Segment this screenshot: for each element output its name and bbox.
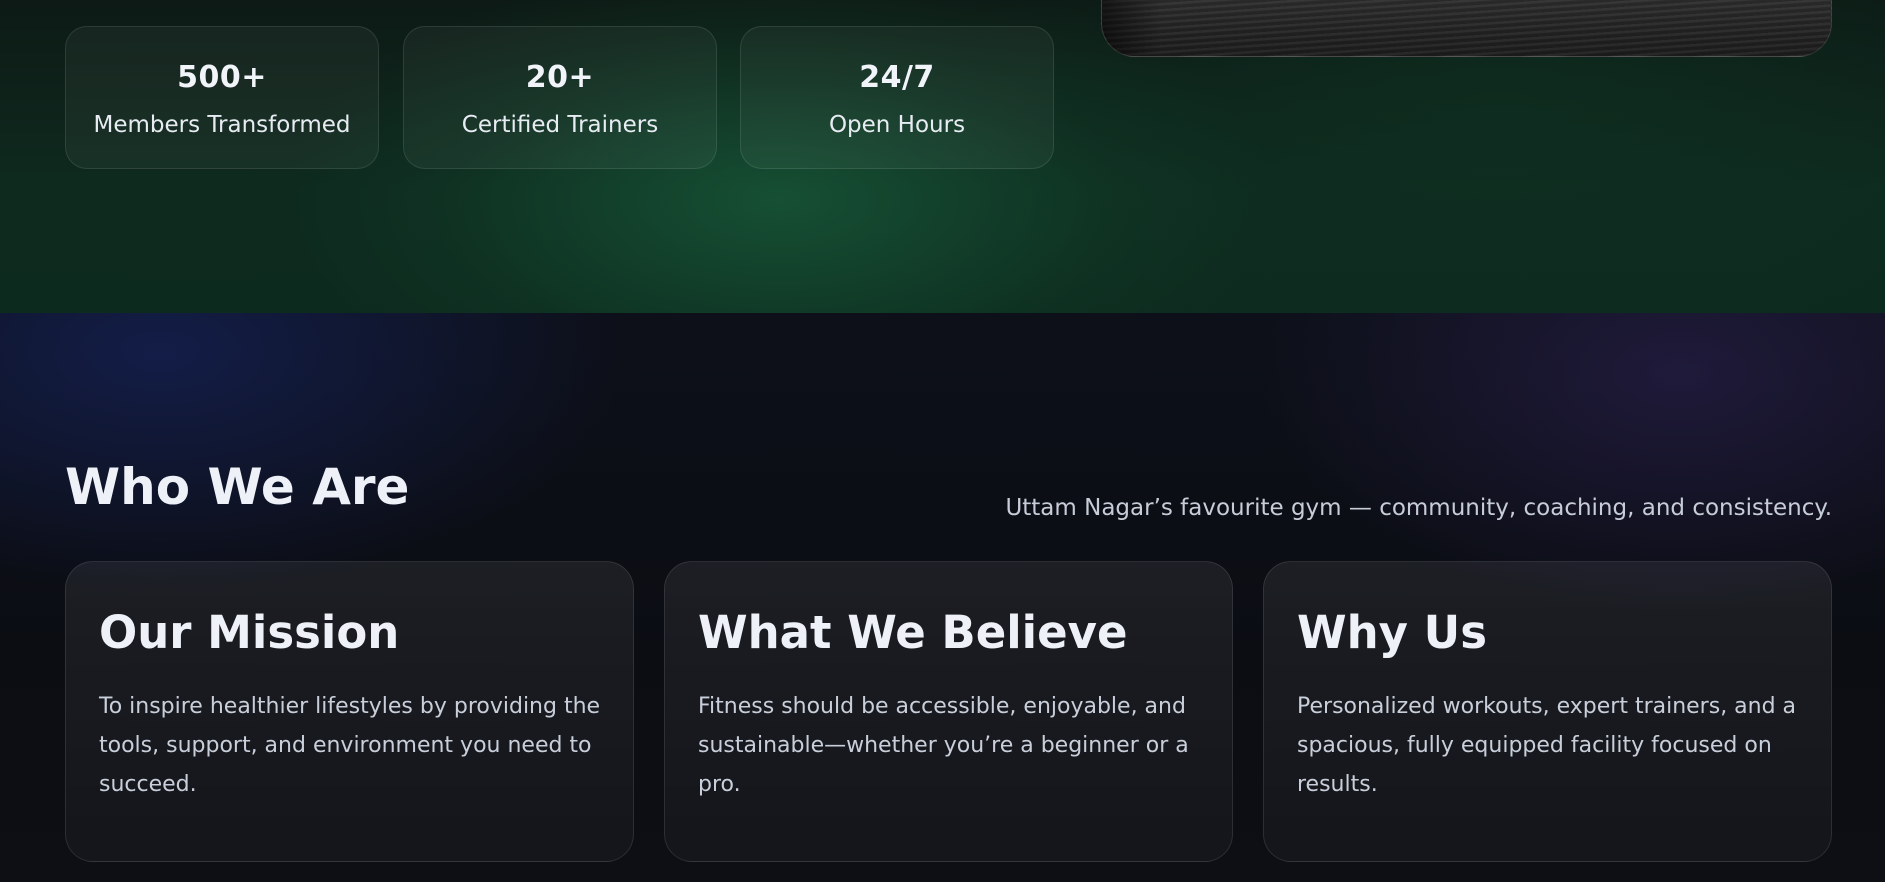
card-why-us: Why Us Personalized workouts, expert tra… — [1263, 561, 1832, 862]
stat-card-members: 500+ Members Transformed — [65, 26, 379, 169]
who-we-are-section: Who We Are Uttam Nagar’s favourite gym —… — [0, 313, 1885, 882]
stat-value: 500+ — [177, 60, 267, 95]
stat-value: 20+ — [525, 60, 595, 95]
hero-gym-image — [1101, 0, 1832, 57]
stat-card-trainers: 20+ Certified Trainers — [403, 26, 717, 169]
stat-label: Certified Trainers — [461, 112, 659, 138]
hero-image-shade — [1102, 0, 1162, 56]
stat-label: Open Hours — [828, 112, 966, 138]
card-text: Fitness should be accessible, enjoyable,… — [698, 694, 1189, 797]
card-what-we-believe: What We Believe Fitness should be access… — [664, 561, 1233, 862]
section-title: Who We Are — [65, 458, 410, 516]
card-text: Personalized workouts, expert trainers, … — [1297, 694, 1797, 797]
hero-section: 500+ Members Transformed 20+ Certified T… — [0, 0, 1885, 313]
section-tagline: Uttam Nagar’s favourite gym — community,… — [1005, 495, 1832, 521]
card-our-mission: Our Mission To inspire healthier lifesty… — [65, 561, 634, 862]
card-title: What We Believe — [698, 606, 1128, 659]
card-title: Why Us — [1297, 606, 1487, 659]
card-text: To inspire healthier lifestyles by provi… — [99, 694, 601, 797]
stat-value: 24/7 — [859, 60, 935, 95]
stat-label: Members Transformed — [93, 112, 351, 138]
card-title: Our Mission — [99, 606, 400, 659]
stat-card-hours: 24/7 Open Hours — [740, 26, 1054, 169]
